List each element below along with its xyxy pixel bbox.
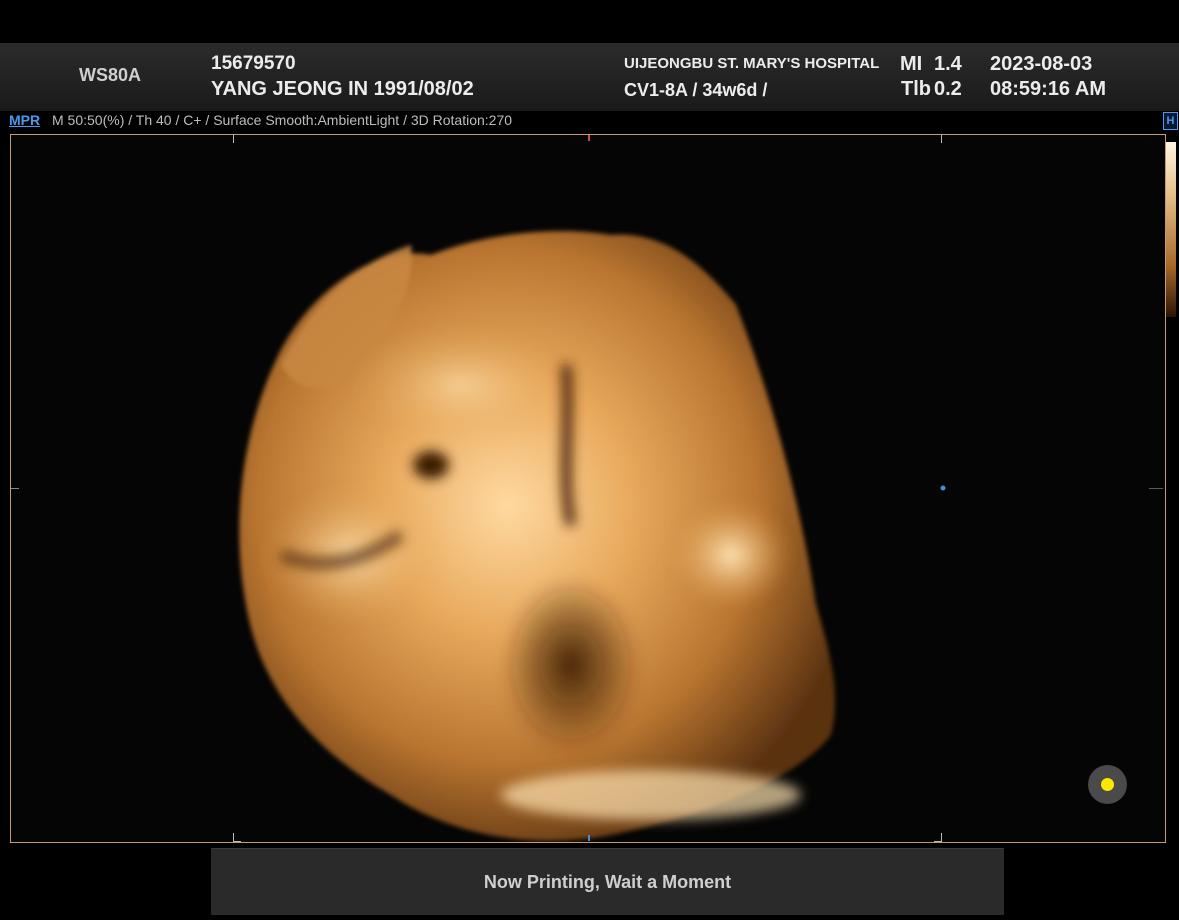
color-map-bar [1166,142,1176,317]
imaging-info-bar: MPR M 50:50(%) / Th 40 / C+ / Surface Sm… [0,111,1179,131]
patient-id: 15679570 [211,53,296,74]
mi-label: MI [900,53,923,75]
top-black-strip [0,0,1179,43]
hospital-name: UIJEONGBU ST. MARY'S HOSPITAL [624,55,880,72]
mi-value: 1.4 [934,53,962,75]
patient-header: WS80A 15679570 YANG JEONG IN 1991/08/02 … [0,43,1179,111]
tib-label: Tlb [901,78,931,100]
3d-render-viewport[interactable] [10,134,1166,843]
imaging-parameters: M 50:50(%) / Th 40 / C+ / Surface Smooth… [52,112,513,128]
print-status-bar: Now Printing, Wait a Moment [211,848,1004,915]
exam-date: 2023-08-03 [990,53,1093,75]
print-status-message: Now Printing, Wait a Moment [483,872,732,892]
fetal-face-3d-render [11,135,1163,842]
cursor-dot [1101,778,1114,791]
probe-gestational-age: CV1-8A / 34w6d / [624,80,768,100]
mpr-mode-link[interactable]: MPR [9,112,40,128]
exam-time: 08:59:16 AM [990,78,1106,100]
patient-name-dob: YANG JEONG IN 1991/08/02 [211,78,474,100]
system-model: WS80A [79,65,142,85]
tib-value: 0.2 [934,78,962,100]
trackball-cursor-icon [1088,765,1127,804]
side-h-button[interactable]: H [1163,112,1178,130]
